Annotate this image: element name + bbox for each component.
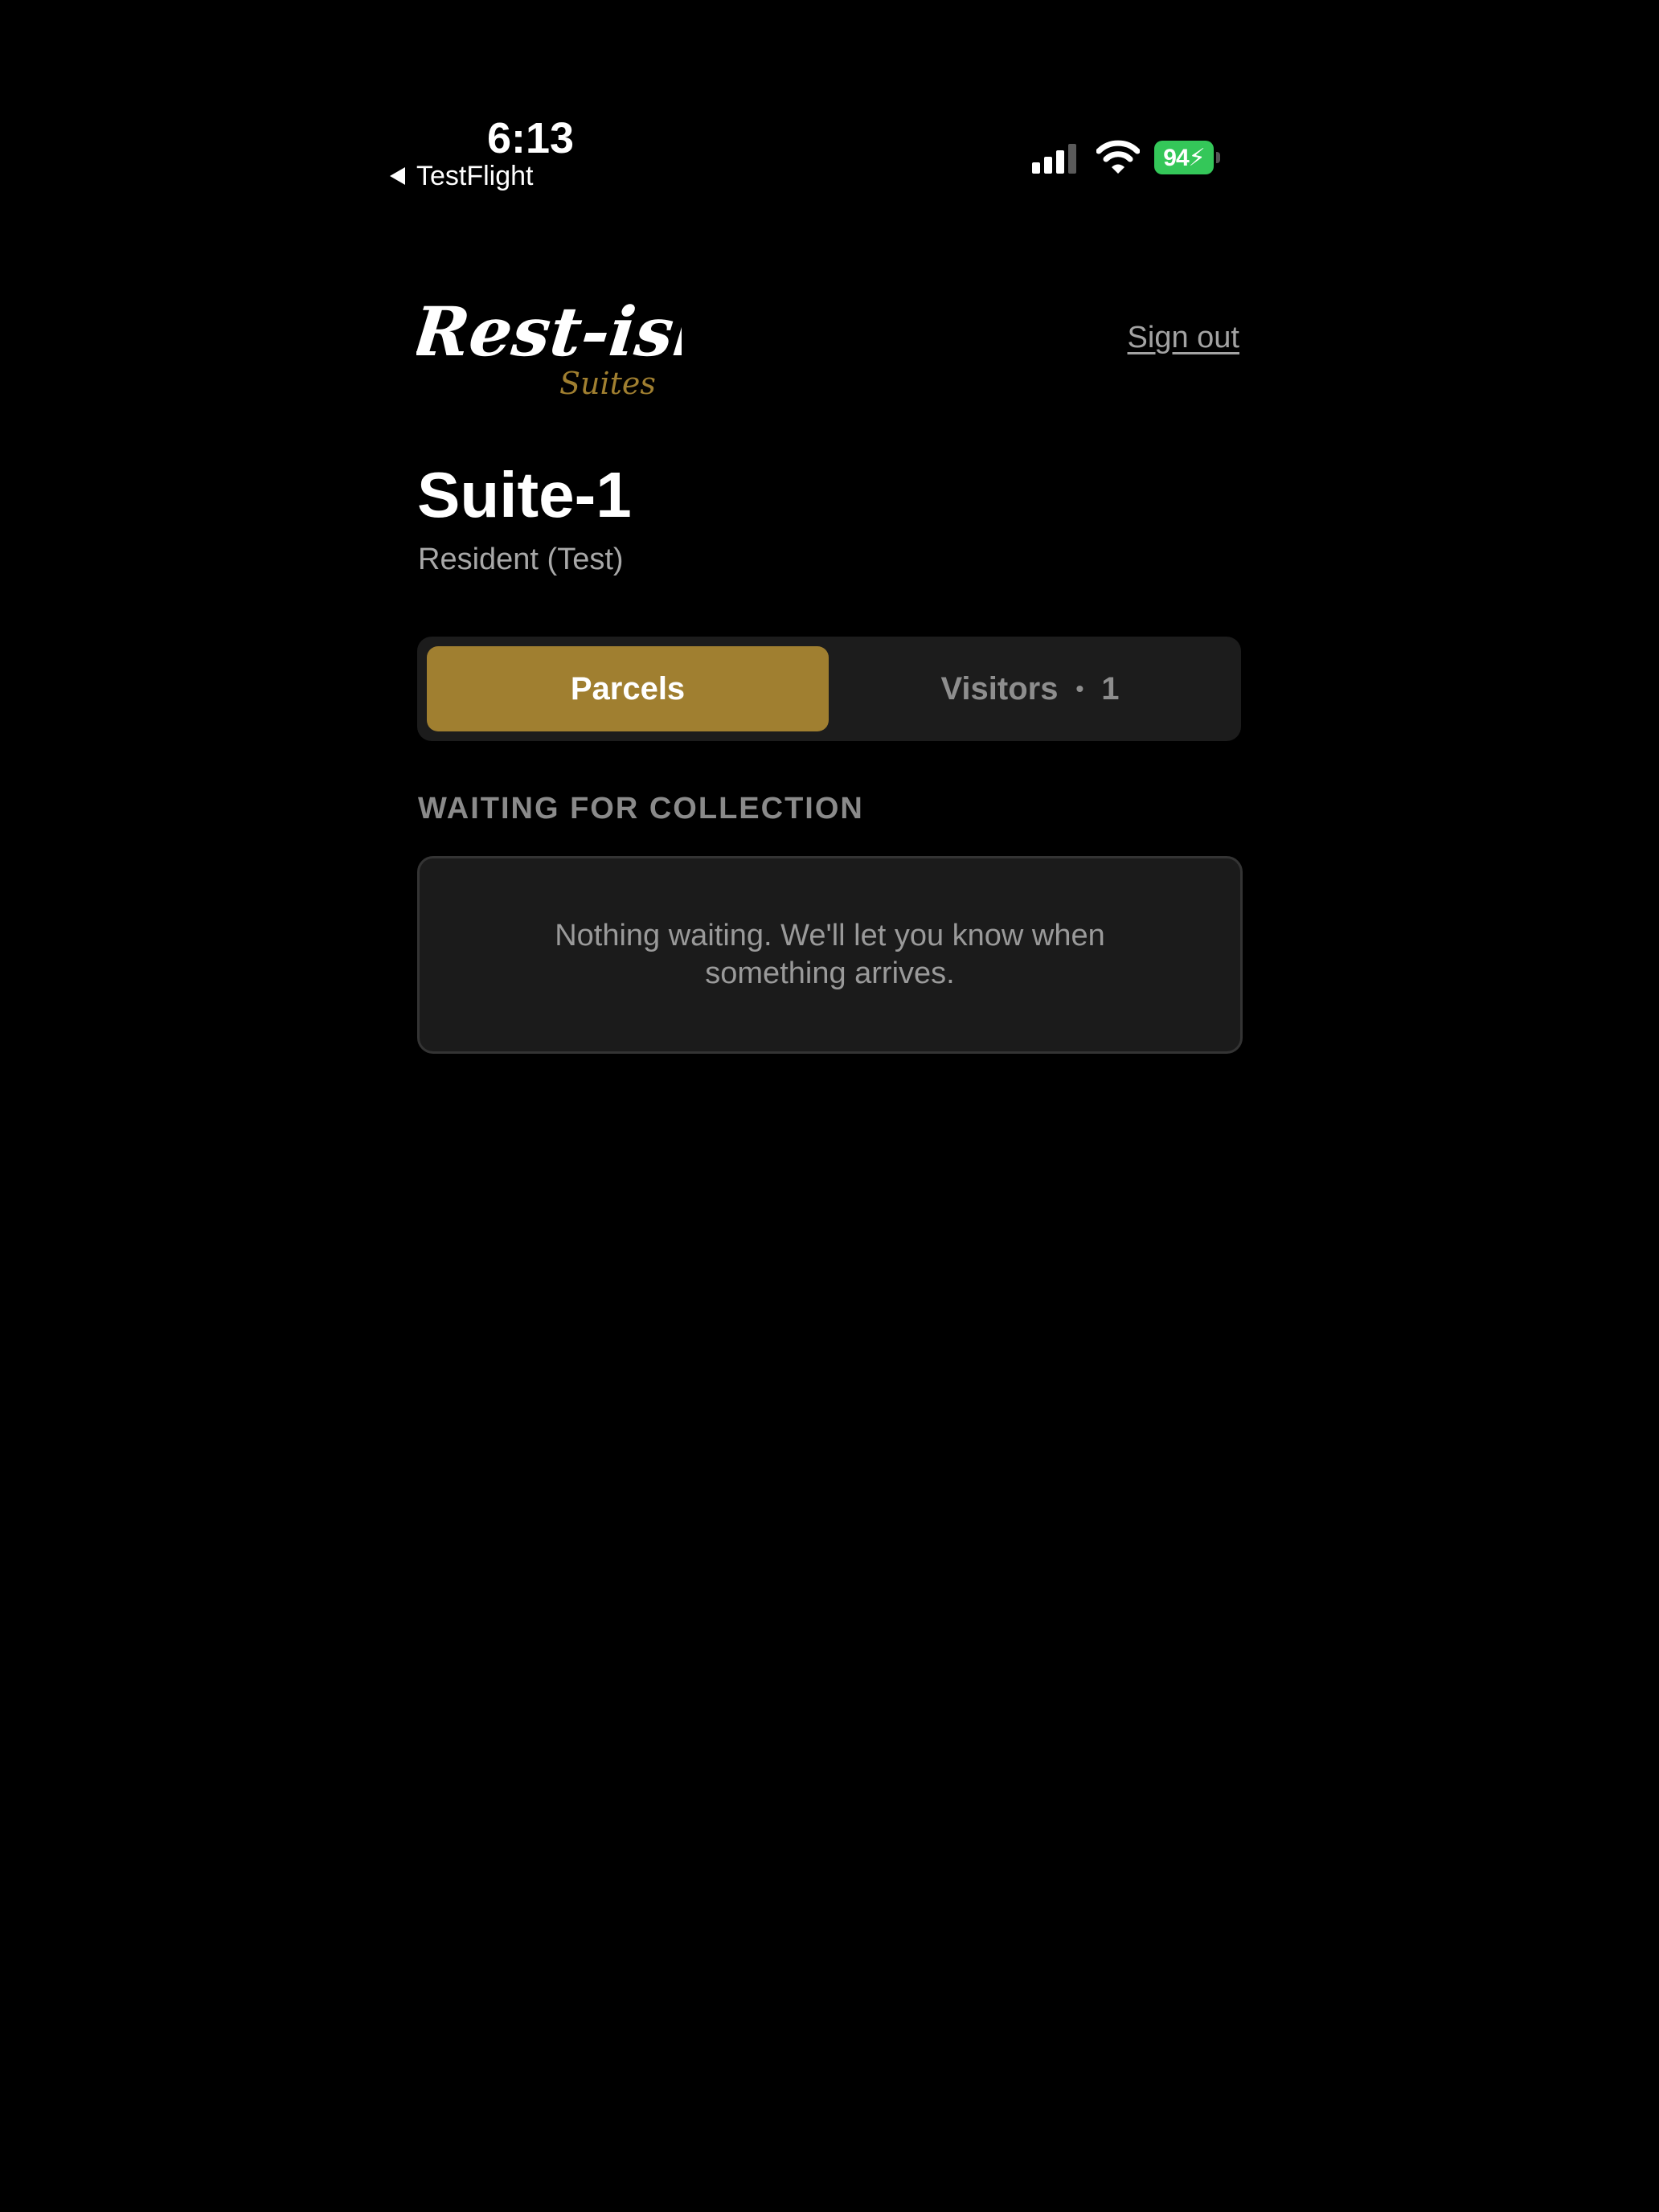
empty-state-card: Nothing waiting. We'll let you know when… [417,856,1243,1054]
battery-icon: 94⚡ [1154,141,1220,174]
rest-isle-logo: Rest-isle Suites [416,292,682,401]
back-triangle-icon [390,167,405,185]
sign-out-link[interactable]: Sign out [1128,318,1239,357]
wifi-icon [1096,140,1140,174]
resident-role: Resident (Test) [418,543,624,576]
tab-parcels[interactable]: Parcels [427,646,829,731]
back-to-app-link[interactable]: TestFlight [390,158,534,194]
svg-text:Suites: Suites [559,366,656,401]
section-heading: WAITING FOR COLLECTION [418,792,864,825]
tab-visitors-label: Visitors [940,670,1059,707]
back-app-label: TestFlight [416,160,534,191]
empty-state-message: Nothing waiting. We'll let you know when… [555,919,1105,990]
visitors-count-badge: 1 [1101,670,1120,707]
battery-level: 94⚡ [1163,144,1205,171]
tab-parcels-label: Parcels [570,670,686,707]
cellular-signal-icon [1032,144,1076,174]
tab-visitors[interactable]: Visitors • 1 [829,646,1231,731]
tab-separator-dot: • [1075,676,1084,701]
status-time: 6:13 [486,114,575,162]
segment-tabs: Parcels Visitors • 1 [417,637,1241,741]
svg-text:Rest-isle: Rest-isle [416,292,682,371]
suite-title: Suite-1 [417,459,632,530]
